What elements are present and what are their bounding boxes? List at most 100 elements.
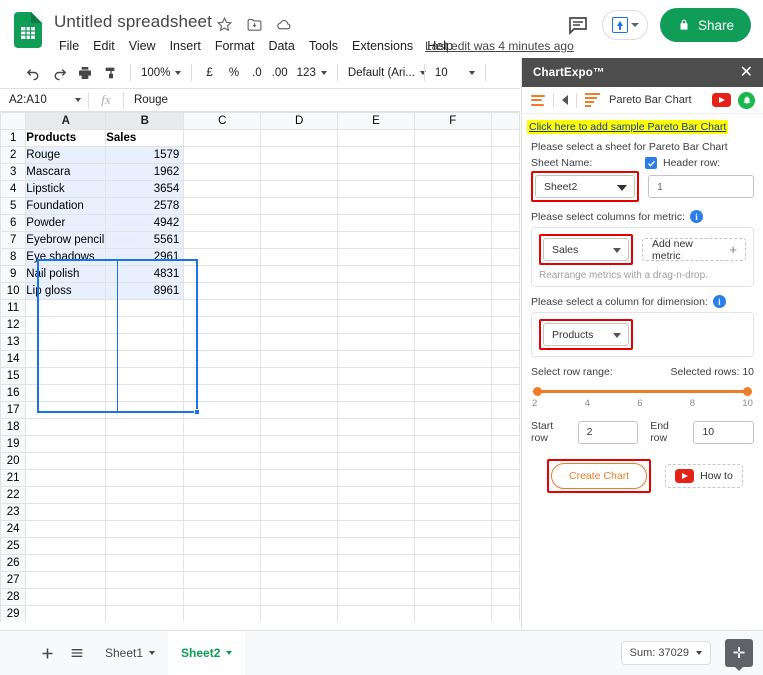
select-all-corner[interactable] xyxy=(0,112,27,130)
cell-empty[interactable] xyxy=(490,435,520,453)
cell-d[interactable] xyxy=(260,146,339,164)
cell-empty[interactable] xyxy=(337,299,415,317)
cell-product[interactable]: Eye shadows xyxy=(25,248,107,266)
font-family-select[interactable]: Default (Ari... xyxy=(344,61,426,85)
chevron-down-icon[interactable] xyxy=(226,651,233,655)
cell-empty[interactable] xyxy=(183,350,262,368)
cell-empty[interactable] xyxy=(25,367,107,385)
cell-d[interactable] xyxy=(260,163,339,181)
cell-d[interactable] xyxy=(260,231,339,249)
row-range-slider[interactable] xyxy=(533,387,752,396)
cell-empty[interactable] xyxy=(337,588,415,606)
cell-empty[interactable] xyxy=(183,605,262,622)
menu-tools[interactable]: Tools xyxy=(302,37,345,55)
column-header-a[interactable]: A xyxy=(25,112,107,130)
present-button[interactable] xyxy=(601,10,648,40)
cell-d[interactable] xyxy=(260,214,339,232)
print-icon[interactable] xyxy=(72,61,98,85)
cell-product[interactable]: Foundation xyxy=(25,197,107,215)
row-header[interactable]: 17 xyxy=(0,401,27,419)
cell-empty[interactable] xyxy=(105,350,185,368)
spreadsheet-grid[interactable]: A B C D E F 1 Products Sales 2 Rouge 1579 3… xyxy=(0,112,520,622)
cell-empty[interactable] xyxy=(25,418,107,436)
cell-c[interactable] xyxy=(183,231,262,249)
cell-g1[interactable] xyxy=(490,129,520,147)
info-icon[interactable]: i xyxy=(712,295,726,308)
cell-empty[interactable] xyxy=(413,554,492,572)
cell-sales[interactable]: 5561 xyxy=(105,231,185,249)
row-header[interactable]: 14 xyxy=(0,350,27,368)
metric-select[interactable]: Sales xyxy=(543,238,629,261)
column-header-d[interactable]: D xyxy=(260,112,339,130)
row-header[interactable]: 2 xyxy=(0,146,27,164)
cell-empty[interactable] xyxy=(25,401,107,419)
cell-empty[interactable] xyxy=(260,486,339,504)
cell-empty[interactable] xyxy=(260,571,339,589)
column-header-g[interactable] xyxy=(490,112,520,130)
cell-empty[interactable] xyxy=(25,486,107,504)
cell-empty[interactable] xyxy=(105,384,185,402)
cell-empty[interactable] xyxy=(337,520,415,538)
cell-empty[interactable] xyxy=(413,605,492,622)
cell-empty[interactable] xyxy=(337,316,415,334)
currency-format-button[interactable]: £ xyxy=(198,61,220,85)
cell-f[interactable] xyxy=(413,163,492,181)
cell-e[interactable] xyxy=(337,282,415,300)
cell-empty[interactable] xyxy=(337,554,415,572)
cell-f[interactable] xyxy=(413,197,492,215)
sheet-tab-sheet1[interactable]: Sheet1 xyxy=(92,631,168,675)
cell-empty[interactable] xyxy=(25,384,107,402)
cell-empty[interactable] xyxy=(337,367,415,385)
cell-empty[interactable] xyxy=(105,520,185,538)
row-header[interactable]: 3 xyxy=(0,163,27,181)
last-edit-status[interactable]: Last edit was 4 minutes ago xyxy=(425,39,574,53)
cell-g[interactable] xyxy=(490,282,520,300)
cell-empty[interactable] xyxy=(25,316,107,334)
cell-empty[interactable] xyxy=(105,588,185,606)
cell-e[interactable] xyxy=(337,231,415,249)
cell-empty[interactable] xyxy=(260,418,339,436)
function-icon[interactable]: fx xyxy=(89,92,123,108)
cell-empty[interactable] xyxy=(337,401,415,419)
cell-empty[interactable] xyxy=(260,435,339,453)
cell-empty[interactable] xyxy=(490,299,520,317)
cell-c[interactable] xyxy=(183,265,262,283)
row-header[interactable]: 15 xyxy=(0,367,27,385)
row-header[interactable]: 13 xyxy=(0,333,27,351)
sheet-name-select[interactable]: Sheet2 xyxy=(535,175,635,198)
cell-empty[interactable] xyxy=(183,401,262,419)
cell-empty[interactable] xyxy=(260,333,339,351)
cell-empty[interactable] xyxy=(105,469,185,487)
cell-empty[interactable] xyxy=(183,469,262,487)
cell-d[interactable] xyxy=(260,180,339,198)
cell-sales[interactable]: 3654 xyxy=(105,180,185,198)
how-to-button[interactable]: How to xyxy=(665,464,743,488)
create-chart-button[interactable]: Create Chart xyxy=(551,463,648,489)
all-sheets-icon[interactable] xyxy=(62,638,92,668)
formula-input[interactable]: Rouge xyxy=(124,94,520,106)
cell-empty[interactable] xyxy=(25,469,107,487)
menu-data[interactable]: Data xyxy=(261,37,301,55)
cell-empty[interactable] xyxy=(490,605,520,622)
cell-e[interactable] xyxy=(337,163,415,181)
column-header-e[interactable]: E xyxy=(337,112,415,130)
cell-empty[interactable] xyxy=(413,316,492,334)
cell-empty[interactable] xyxy=(337,333,415,351)
cell-empty[interactable] xyxy=(260,316,339,334)
cell-f[interactable] xyxy=(413,146,492,164)
cell-empty[interactable] xyxy=(413,452,492,470)
cell-f[interactable] xyxy=(413,180,492,198)
row-header[interactable]: 6 xyxy=(0,214,27,232)
cell-empty[interactable] xyxy=(490,503,520,521)
cell-empty[interactable] xyxy=(490,571,520,589)
cell-g[interactable] xyxy=(490,163,520,181)
cell-empty[interactable] xyxy=(490,554,520,572)
zoom-control[interactable]: 100% xyxy=(137,61,185,85)
cell-empty[interactable] xyxy=(183,520,262,538)
row-header[interactable]: 28 xyxy=(0,588,27,606)
share-button[interactable]: Share xyxy=(659,8,751,42)
close-icon[interactable]: ✕ xyxy=(740,64,753,81)
row-header[interactable]: 18 xyxy=(0,418,27,436)
cell-empty[interactable] xyxy=(105,486,185,504)
cell-d1[interactable] xyxy=(260,129,339,147)
